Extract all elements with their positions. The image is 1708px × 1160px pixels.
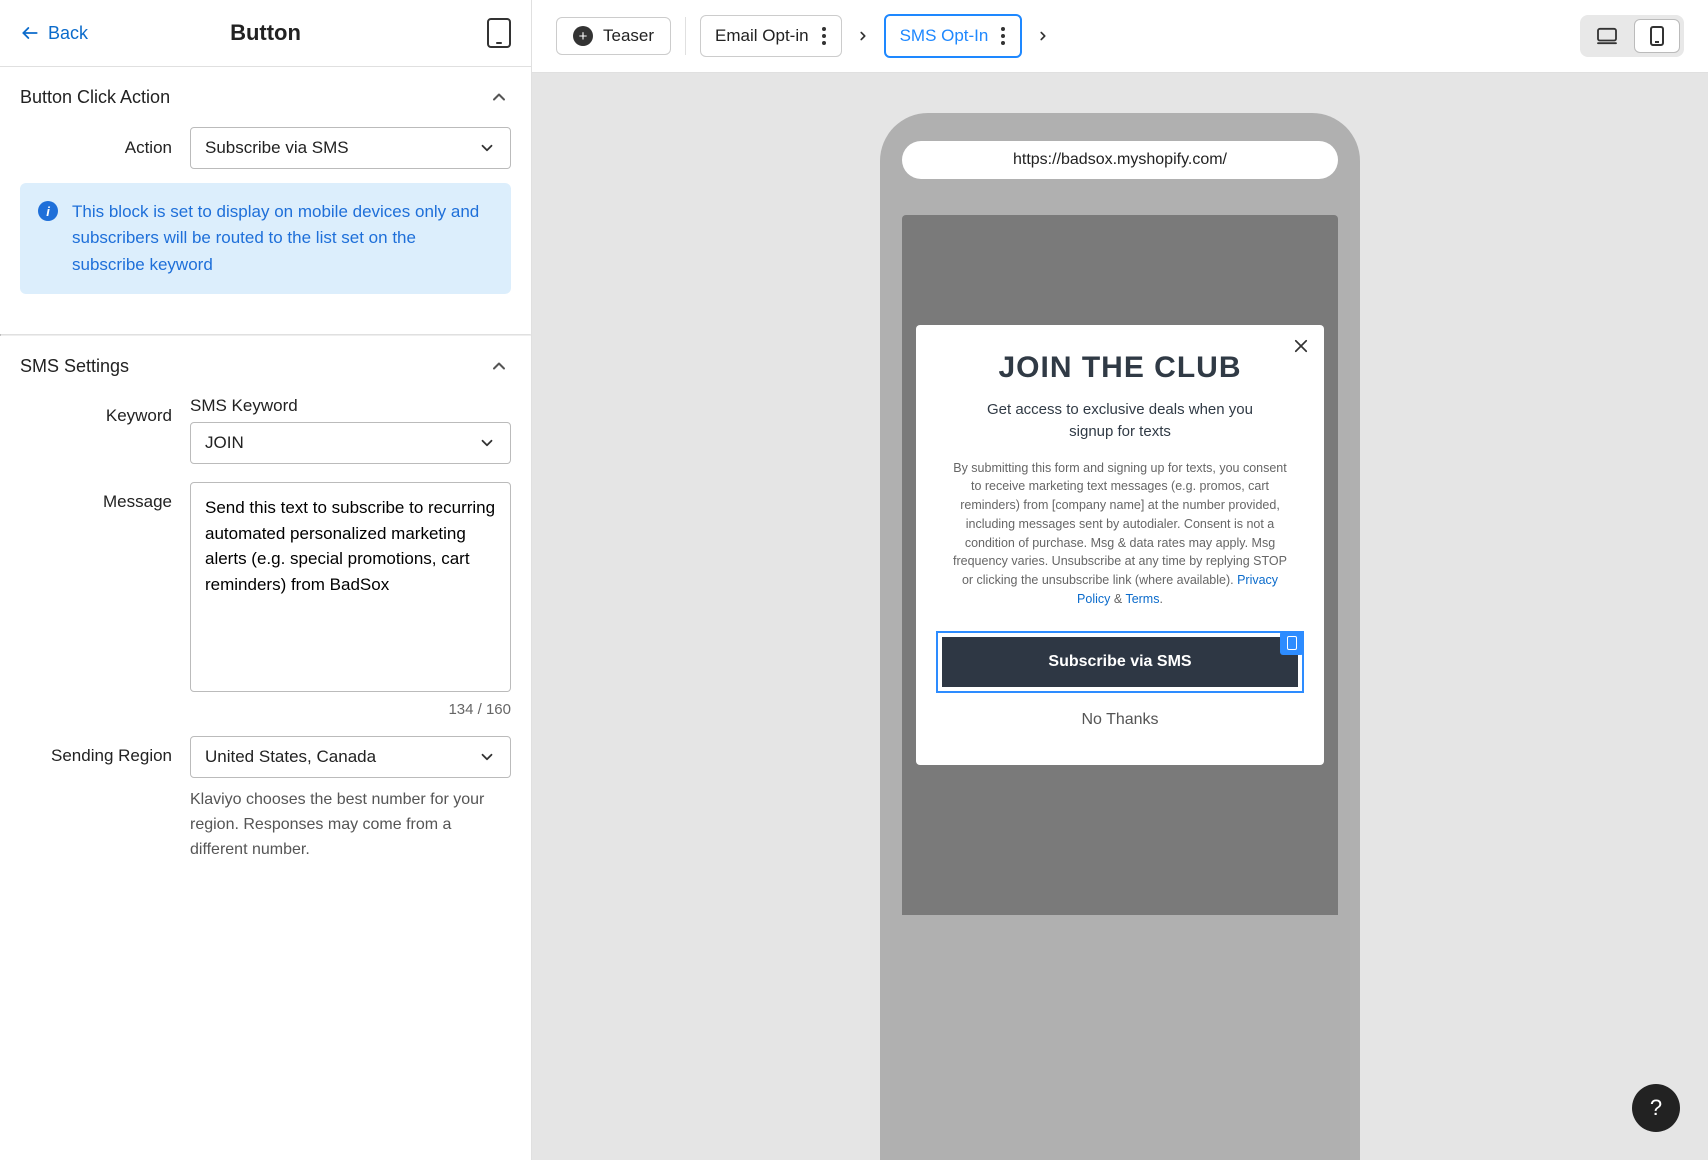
step-label: Email Opt-in <box>715 26 809 46</box>
selected-element-frame[interactable]: Subscribe via SMS <box>936 631 1304 693</box>
desktop-view-button[interactable] <box>1584 19 1630 53</box>
toolbar-divider <box>685 17 686 55</box>
message-textarea[interactable] <box>190 482 511 692</box>
section-sms-settings: SMS Settings Keyword SMS Keyword JOIN <box>0 336 531 900</box>
chevron-up-icon <box>487 354 511 378</box>
chevron-down-icon <box>478 434 496 452</box>
url-bar: https://badsox.myshopify.com/ <box>902 141 1338 179</box>
mobile-icon <box>487 18 511 48</box>
step-email-optin[interactable]: Email Opt-in <box>700 15 842 57</box>
preview-panel: + Teaser Email Opt-in SMS Opt-In <box>532 0 1708 1160</box>
no-thanks-link[interactable]: No Thanks <box>936 711 1304 729</box>
step-label: SMS Opt-In <box>900 26 989 46</box>
phone-frame: https://badsox.myshopify.com/ JOIN THE C… <box>880 113 1360 1160</box>
sending-region-value: United States, Canada <box>205 747 376 767</box>
back-label: Back <box>48 23 88 44</box>
section-button-click-action: Button Click Action Action Subscribe via… <box>0 67 531 334</box>
viewport-toggle <box>1580 15 1684 57</box>
sending-region-select[interactable]: United States, Canada <box>190 736 511 778</box>
keyword-select[interactable]: JOIN <box>190 422 511 464</box>
action-select-value: Subscribe via SMS <box>205 138 349 158</box>
back-button[interactable]: Back <box>20 23 88 44</box>
info-text: This block is set to display on mobile d… <box>72 199 493 278</box>
panel-header: Back Button <box>0 0 531 67</box>
close-icon[interactable] <box>1292 337 1310 355</box>
popup-terms: By submitting this form and signing up f… <box>950 459 1290 609</box>
popup-subtitle: Get access to exclusive deals when you s… <box>964 399 1276 443</box>
chevron-down-icon <box>478 139 496 157</box>
message-label: Message <box>20 482 190 718</box>
keyword-label: Keyword <box>20 396 190 464</box>
terms-text: By submitting this form and signing up f… <box>953 461 1287 588</box>
subscribe-sms-button[interactable]: Subscribe via SMS <box>942 637 1298 687</box>
section-header-sms[interactable]: SMS Settings <box>20 354 511 388</box>
terms-link[interactable]: Terms <box>1125 592 1159 606</box>
amp-text: & <box>1110 592 1125 606</box>
sending-region-help: Klaviyo chooses the best number for your… <box>190 788 511 862</box>
panel-title: Button <box>230 20 301 46</box>
teaser-label: Teaser <box>603 26 654 46</box>
keyword-sublabel: SMS Keyword <box>190 396 511 416</box>
popup-title: JOIN THE CLUB <box>936 351 1304 385</box>
help-button[interactable]: ? <box>1632 1084 1680 1132</box>
step-group: Email Opt-in SMS Opt-In <box>700 14 1056 58</box>
kebab-icon[interactable] <box>813 22 835 50</box>
chevron-right-icon <box>850 25 876 47</box>
chevron-up-icon <box>487 85 511 109</box>
section-header-click-action[interactable]: Button Click Action <box>20 85 511 119</box>
plus-circle-icon: + <box>573 26 593 46</box>
step-sms-optin[interactable]: SMS Opt-In <box>884 14 1023 58</box>
char-counter: 134 / 160 <box>190 701 511 718</box>
arrow-left-icon <box>20 23 40 43</box>
popup: JOIN THE CLUB Get access to exclusive de… <box>916 325 1324 765</box>
mobile-view-button[interactable] <box>1634 19 1680 53</box>
mobile-badge-handle[interactable] <box>1280 631 1304 655</box>
canvas: https://badsox.myshopify.com/ JOIN THE C… <box>532 73 1708 1160</box>
teaser-button[interactable]: + Teaser <box>556 17 671 55</box>
action-label: Action <box>20 138 190 158</box>
phone-screen: JOIN THE CLUB Get access to exclusive de… <box>902 215 1338 915</box>
settings-panel: Back Button Button Click Action Action S… <box>0 0 532 1160</box>
period-text: . <box>1159 592 1162 606</box>
section-title: Button Click Action <box>20 87 170 108</box>
info-icon: i <box>38 201 58 221</box>
action-select[interactable]: Subscribe via SMS <box>190 127 511 169</box>
info-callout: i This block is set to display on mobile… <box>20 183 511 294</box>
top-toolbar: + Teaser Email Opt-in SMS Opt-In <box>532 0 1708 73</box>
sending-region-label: Sending Region <box>20 736 190 862</box>
section-title: SMS Settings <box>20 356 129 377</box>
chevron-right-icon <box>1030 25 1056 47</box>
keyword-select-value: JOIN <box>205 433 244 453</box>
kebab-icon[interactable] <box>992 22 1014 50</box>
chevron-down-icon <box>478 748 496 766</box>
